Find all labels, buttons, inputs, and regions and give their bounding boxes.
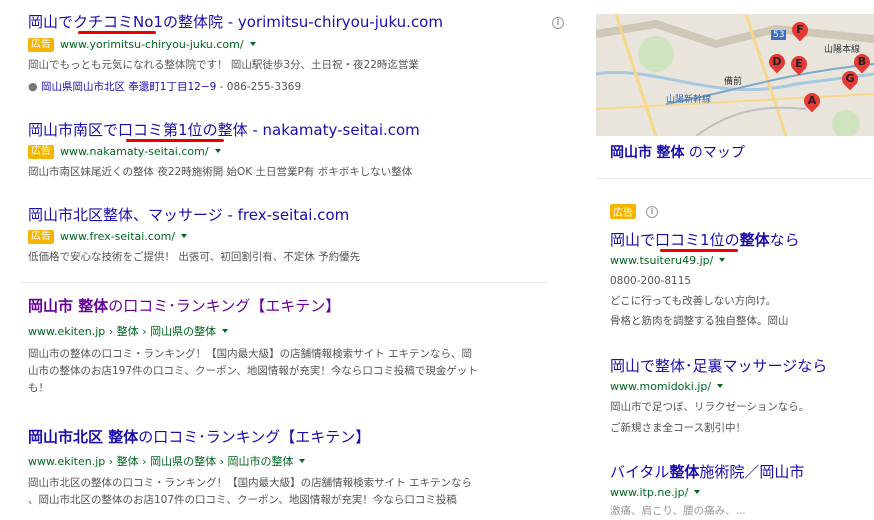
map-marker-a[interactable]: A [800, 89, 824, 115]
map-marker-e[interactable]: E [787, 52, 811, 78]
side-ad-desc-2a: 岡山市で足つぼ、リラクゼーションなら。 [610, 401, 810, 413]
result-desc-5a: 岡山市北区の整体の口コミ・ランキング！【国内最大級】の店舗情報検索サイト エキテ… [28, 477, 473, 489]
map-label-bizen: 備前 [724, 77, 743, 87]
local-map[interactable]: 53 山陽本線 備前 山陽新幹線 F D E G A B [596, 14, 874, 136]
chevron-down-icon[interactable] [717, 384, 724, 388]
result-url-5[interactable]: www.ekiten.jp › 整体 › 岡山県の整体 › 岡山市の整体 [28, 454, 306, 470]
result-desc-2: 岡山市南区妹尾近くの整体 夜22時施術開 始OK 土日営業P有 ボキボキしない整… [28, 166, 413, 178]
highlight-text: 口コミ第1位 [118, 121, 203, 139]
side-ad-phone-1[interactable]: 0800-200-8115 [610, 273, 691, 290]
map-marker-f[interactable]: F [788, 18, 812, 44]
map-panel-border [596, 178, 874, 179]
side-ad-desc-1b: 骨格と筋肉を調整する独自整体。岡山 [610, 315, 789, 327]
ad-badge: 広告 [28, 38, 54, 52]
map-marker-b[interactable]: B [850, 50, 874, 76]
result-title-2[interactable]: 岡山市南区で口コミ第1位の整体 - nakamaty-seitai.com [28, 120, 420, 140]
result-url-1[interactable]: 広告 www.yorimitsu-chiryou-juku.com/ [28, 37, 256, 53]
side-ad-title-2[interactable]: 岡山で整体･足裏マッサージなら [610, 356, 827, 376]
highlight-text: クチコミNo1 [73, 13, 163, 31]
side-ad-url-3[interactable]: www.itp.ne.jp/ [610, 485, 701, 501]
highlight-underline [78, 31, 156, 34]
side-ad-title-1[interactable]: 岡山で口コミ1位の整体なら [610, 230, 800, 250]
info-icon[interactable]: i [552, 17, 564, 29]
ad-badge: 広告 [28, 145, 54, 159]
map-label-shinkansen: 山陽新幹線 [666, 95, 712, 105]
side-ad-url-1[interactable]: www.tsuiteru49.jp/ [610, 253, 726, 269]
ad-badge: 広告 [610, 204, 636, 219]
side-ad-title-3[interactable]: バイタル整体施術院／岡山市 [610, 462, 804, 482]
ad-badge: 広告 [28, 230, 54, 244]
route-53-label: 53 [771, 30, 787, 40]
side-ad-desc-1a: どこに行っても改善しない方向け。 [610, 295, 777, 307]
result-desc-5b: 、岡山市北区の整体のお店107件の口コミ、クーポン、地図情報が充実！今なら口コミ… [28, 494, 457, 506]
result-url-3[interactable]: 広告 www.frex-seitai.com/ [28, 229, 188, 245]
result-desc-3: 低価格で安心な技術をご提供！ 出張可、初回割引有、不定休 予約優先 [28, 251, 361, 263]
side-ads-header: 広告 [610, 204, 636, 219]
chevron-down-icon[interactable] [299, 459, 306, 463]
ads-separator [20, 282, 548, 283]
highlight-underline [660, 249, 738, 252]
chevron-down-icon[interactable] [181, 234, 188, 238]
map-caption[interactable]: 岡山市 整体 のマップ [610, 143, 745, 163]
result-address-1[interactable]: ● 岡山県岡山市北区 奉還町1丁目12−9 - 086-255-3369 [28, 78, 301, 96]
result-title-3[interactable]: 岡山市北区整体、マッサージ - frex-seitai.com [28, 205, 349, 225]
map-marker-d[interactable]: D [765, 50, 789, 76]
location-pin-icon: ● [28, 80, 38, 93]
chevron-down-icon[interactable] [214, 149, 221, 153]
chevron-down-icon[interactable] [719, 258, 726, 262]
highlight-underline [126, 139, 224, 142]
result-title-5[interactable]: 岡山市北区 整体の口コミ･ランキング【エキテン】 [28, 427, 370, 447]
chevron-down-icon[interactable] [222, 329, 229, 333]
chevron-down-icon[interactable] [249, 42, 256, 46]
result-url-2[interactable]: 広告 www.nakamaty-seitai.com/ [28, 144, 221, 160]
info-icon[interactable]: i [646, 206, 658, 218]
result-desc-4b: 山市の整体のお店197件の口コミ、クーポン、地図情報が充実！今なら口コミ投稿で現… [28, 365, 478, 377]
result-desc-4c: も！ [28, 382, 49, 394]
result-title-1[interactable]: 岡山でクチコミNo1の整体院 - yorimitsu-chiryou-juku.… [28, 12, 443, 32]
result-desc-4a: 岡山市の整体の口コミ・ランキング！【国内最大級】の店舗情報検索サイト エキテンな… [28, 348, 473, 360]
result-title-4[interactable]: 岡山市 整体の口コミ･ランキング【エキテン】 [28, 296, 340, 316]
side-ad-url-2[interactable]: www.momidoki.jp/ [610, 379, 724, 395]
result-desc-1: 岡山でもっとも元気になれる整体院です！ 岡山駅徒歩3分、土日祝・夜22時迄営業 [28, 59, 419, 71]
chevron-down-icon[interactable] [694, 490, 701, 494]
result-url-4[interactable]: www.ekiten.jp › 整体 › 岡山県の整体 [28, 324, 229, 340]
side-ad-desc-2b: ご新規さま全コース割引中！ [610, 422, 746, 434]
